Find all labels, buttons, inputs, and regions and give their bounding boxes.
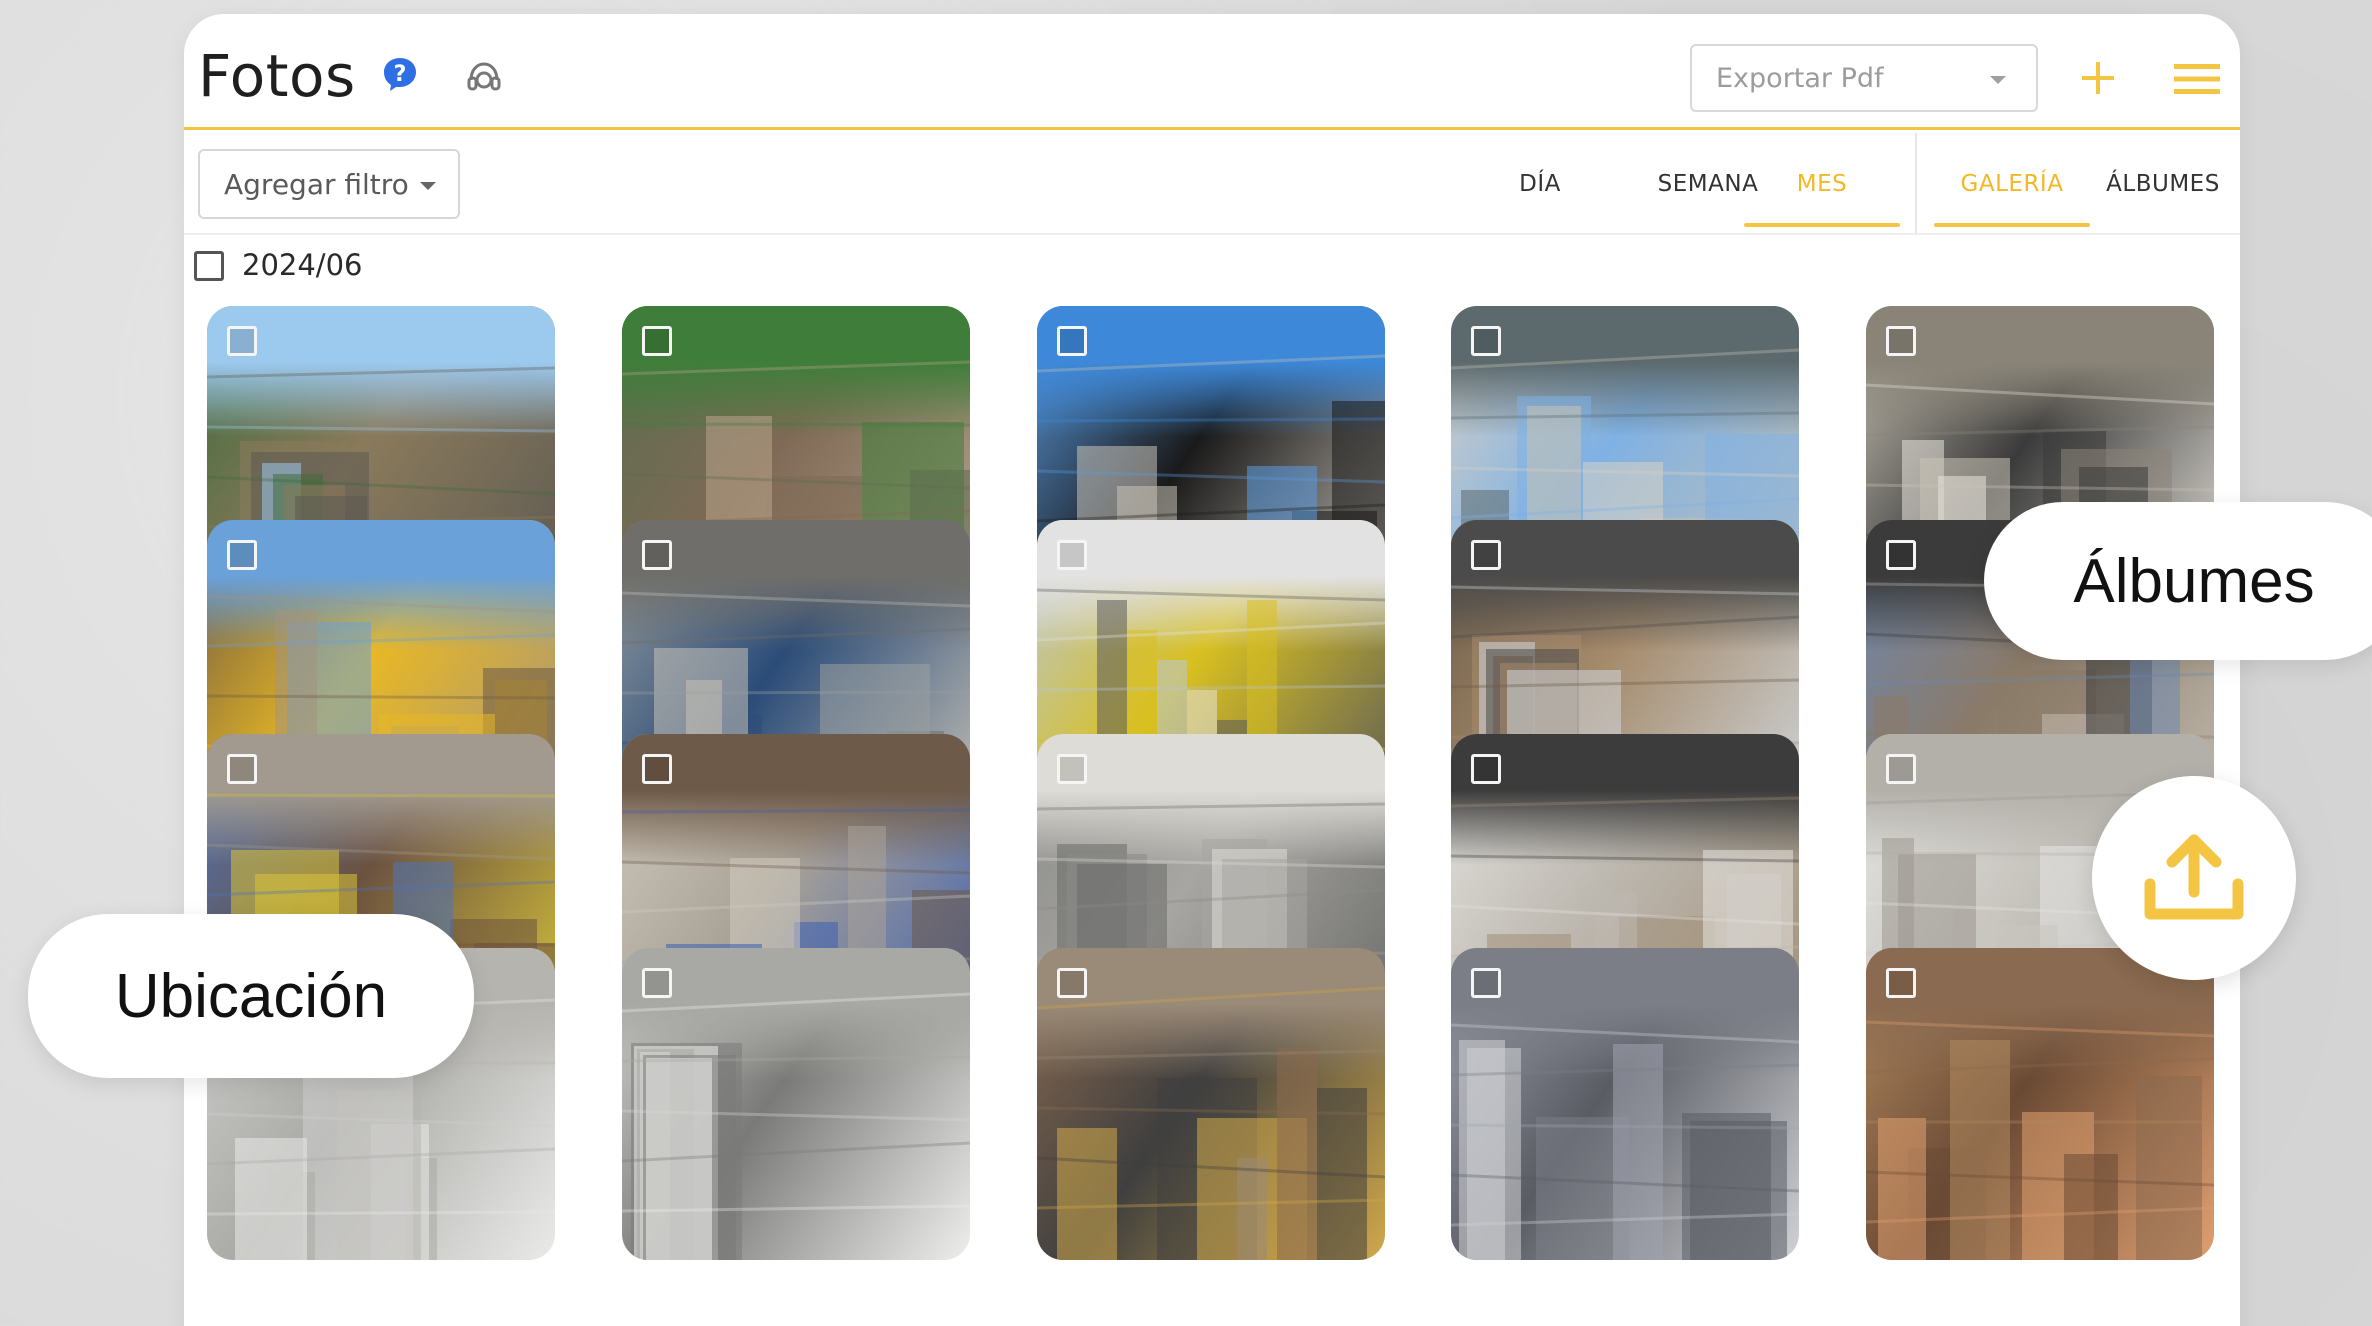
photo-tile[interactable] [621, 948, 970, 1260]
support-agent-icon[interactable] [464, 58, 504, 98]
location-callout-label: Ubicación [114, 961, 388, 1031]
photo-select-checkbox[interactable] [1885, 540, 1916, 570]
chevron-down-icon [420, 182, 436, 190]
photo-select-checkbox[interactable] [1471, 754, 1502, 784]
tab-month[interactable]: MES [1744, 133, 1900, 235]
photo-content [1451, 1023, 1800, 1260]
photo-select-checkbox[interactable] [1885, 968, 1916, 998]
photo-select-checkbox[interactable] [641, 754, 672, 784]
photo-select-checkbox[interactable] [227, 326, 258, 356]
group-date-label: 2024/06 [242, 248, 363, 282]
photo-tile[interactable] [1036, 948, 1385, 1260]
tab-gallery-label: GALERÍA [1960, 171, 2064, 197]
add-filter-dropdown[interactable]: Agregar filtro [198, 149, 460, 219]
toolbar: Agregar filtro DÍA SEMANA MES GALERÍA ÁL… [184, 133, 2240, 235]
albums-callout: Álbumes [1984, 502, 2372, 660]
tab-albums[interactable]: ÁLBUMES [2096, 133, 2230, 235]
tab-divider [1915, 133, 1917, 233]
upload-icon [2144, 834, 2244, 920]
photo-select-checkbox[interactable] [227, 540, 258, 570]
location-callout: Ubicación [28, 914, 474, 1078]
add-filter-label: Agregar filtro [224, 167, 409, 201]
photo-select-checkbox[interactable] [641, 968, 672, 998]
group-select-checkbox[interactable] [194, 251, 224, 281]
tab-gallery[interactable]: GALERÍA [1934, 133, 2090, 235]
photo-select-checkbox[interactable] [641, 540, 672, 570]
export-pdf-select[interactable]: Exportar Pdf [1690, 44, 2038, 112]
photo-select-checkbox[interactable] [641, 326, 672, 356]
photo-select-checkbox[interactable] [1885, 326, 1916, 356]
add-icon[interactable] [2078, 58, 2118, 98]
albums-callout-label: Álbumes [2073, 546, 2315, 616]
chevron-down-icon [1990, 76, 2006, 84]
tab-month-label: MES [1796, 171, 1848, 197]
upload-button[interactable] [2092, 776, 2296, 980]
header-bar: Fotos ? Exportar Pdf [184, 14, 2240, 130]
tab-day[interactable]: DÍA [1480, 133, 1600, 235]
export-pdf-select-value: Exportar Pdf [1716, 62, 1884, 94]
photo-tile[interactable] [1865, 948, 2214, 1260]
help-icon[interactable]: ? [382, 56, 418, 92]
photo-select-checkbox[interactable] [1471, 326, 1502, 356]
photo-tile[interactable] [1451, 948, 1800, 1260]
photo-select-checkbox[interactable] [227, 754, 258, 784]
photo-content [1865, 1020, 2214, 1260]
photo-select-checkbox[interactable] [1056, 754, 1087, 784]
hamburger-menu-icon[interactable] [2174, 62, 2220, 96]
photos-app-window: Fotos ? Exportar Pdf Agregar filtro DÍA … [184, 14, 2240, 1326]
photo-select-checkbox[interactable] [1056, 326, 1087, 356]
photo-content [1036, 986, 1385, 1260]
photo-select-checkbox[interactable] [1056, 540, 1087, 570]
photo-content [621, 992, 970, 1260]
photo-select-checkbox[interactable] [1885, 754, 1916, 784]
photo-select-checkbox[interactable] [1056, 968, 1087, 998]
photo-select-checkbox[interactable] [1471, 540, 1502, 570]
photo-select-checkbox[interactable] [1471, 968, 1502, 998]
tab-albums-label: ÁLBUMES [2106, 171, 2220, 197]
tab-day-label: DÍA [1519, 171, 1561, 197]
page-title: Fotos [198, 42, 356, 110]
svg-text:?: ? [394, 62, 407, 87]
